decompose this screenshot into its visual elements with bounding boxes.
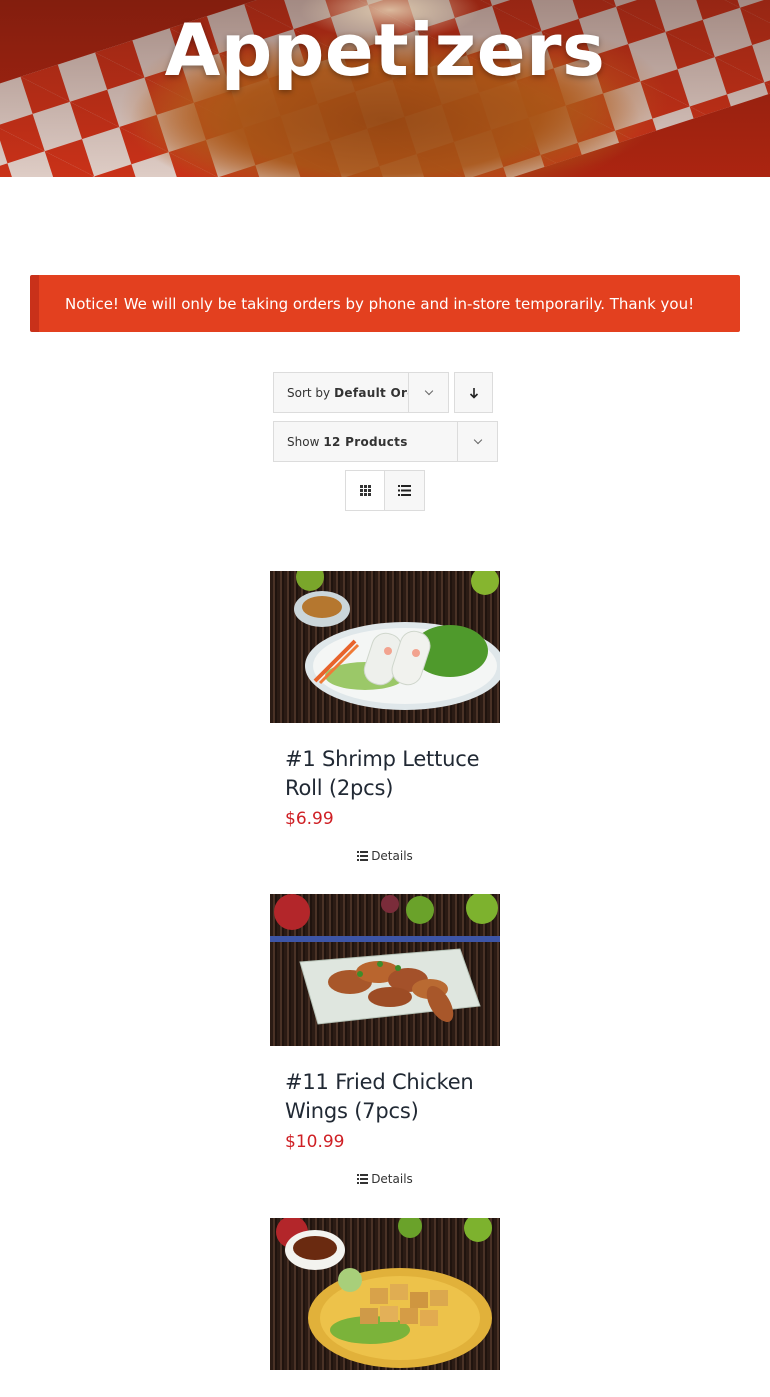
notice-text: Notice! We will only be taking orders by…	[65, 294, 695, 313]
list-view-icon	[398, 485, 411, 496]
list-view-button[interactable]	[384, 470, 425, 511]
product-price: $6.99	[285, 809, 334, 829]
product-card	[270, 1218, 500, 1370]
chevron-down-icon	[457, 422, 497, 461]
hero-banner: Appetizers	[0, 0, 770, 177]
grid-view-button[interactable]	[345, 470, 385, 511]
details-label: Details	[371, 1172, 413, 1186]
details-link[interactable]: Details	[270, 849, 500, 863]
sort-by-label: Sort by	[287, 385, 331, 400]
details-link[interactable]: Details	[270, 1172, 500, 1186]
product-title[interactable]: #1 Shrimp Lettuce Roll (2pcs)	[285, 745, 485, 803]
product-image[interactable]	[270, 571, 500, 723]
product-card: #1 Shrimp Lettuce Roll (2pcs) $6.99 Deta…	[270, 571, 500, 863]
notice-banner: Notice! We will only be taking orders by…	[30, 275, 740, 332]
details-label: Details	[371, 849, 413, 863]
show-label: Show	[287, 434, 320, 449]
list-icon	[357, 1174, 369, 1184]
chevron-down-icon	[408, 373, 448, 412]
sort-by-dropdown[interactable]: Sort by Default Order	[273, 372, 449, 413]
product-card: #11 Fried Chicken Wings (7pcs) $10.99 De…	[270, 894, 500, 1186]
sort-direction-button[interactable]	[454, 372, 493, 413]
product-image[interactable]	[270, 1218, 500, 1370]
product-image[interactable]	[270, 894, 500, 1046]
arrow-down-icon	[469, 387, 478, 399]
product-price: $10.99	[285, 1132, 345, 1152]
grid-view-icon	[359, 485, 371, 496]
product-title[interactable]: #11 Fried Chicken Wings (7pcs)	[285, 1068, 485, 1126]
show-value: 12 Products	[323, 434, 408, 449]
page-title: Appetizers	[164, 8, 606, 92]
list-icon	[357, 851, 369, 861]
show-count-dropdown[interactable]: Show 12 Products	[273, 421, 498, 462]
